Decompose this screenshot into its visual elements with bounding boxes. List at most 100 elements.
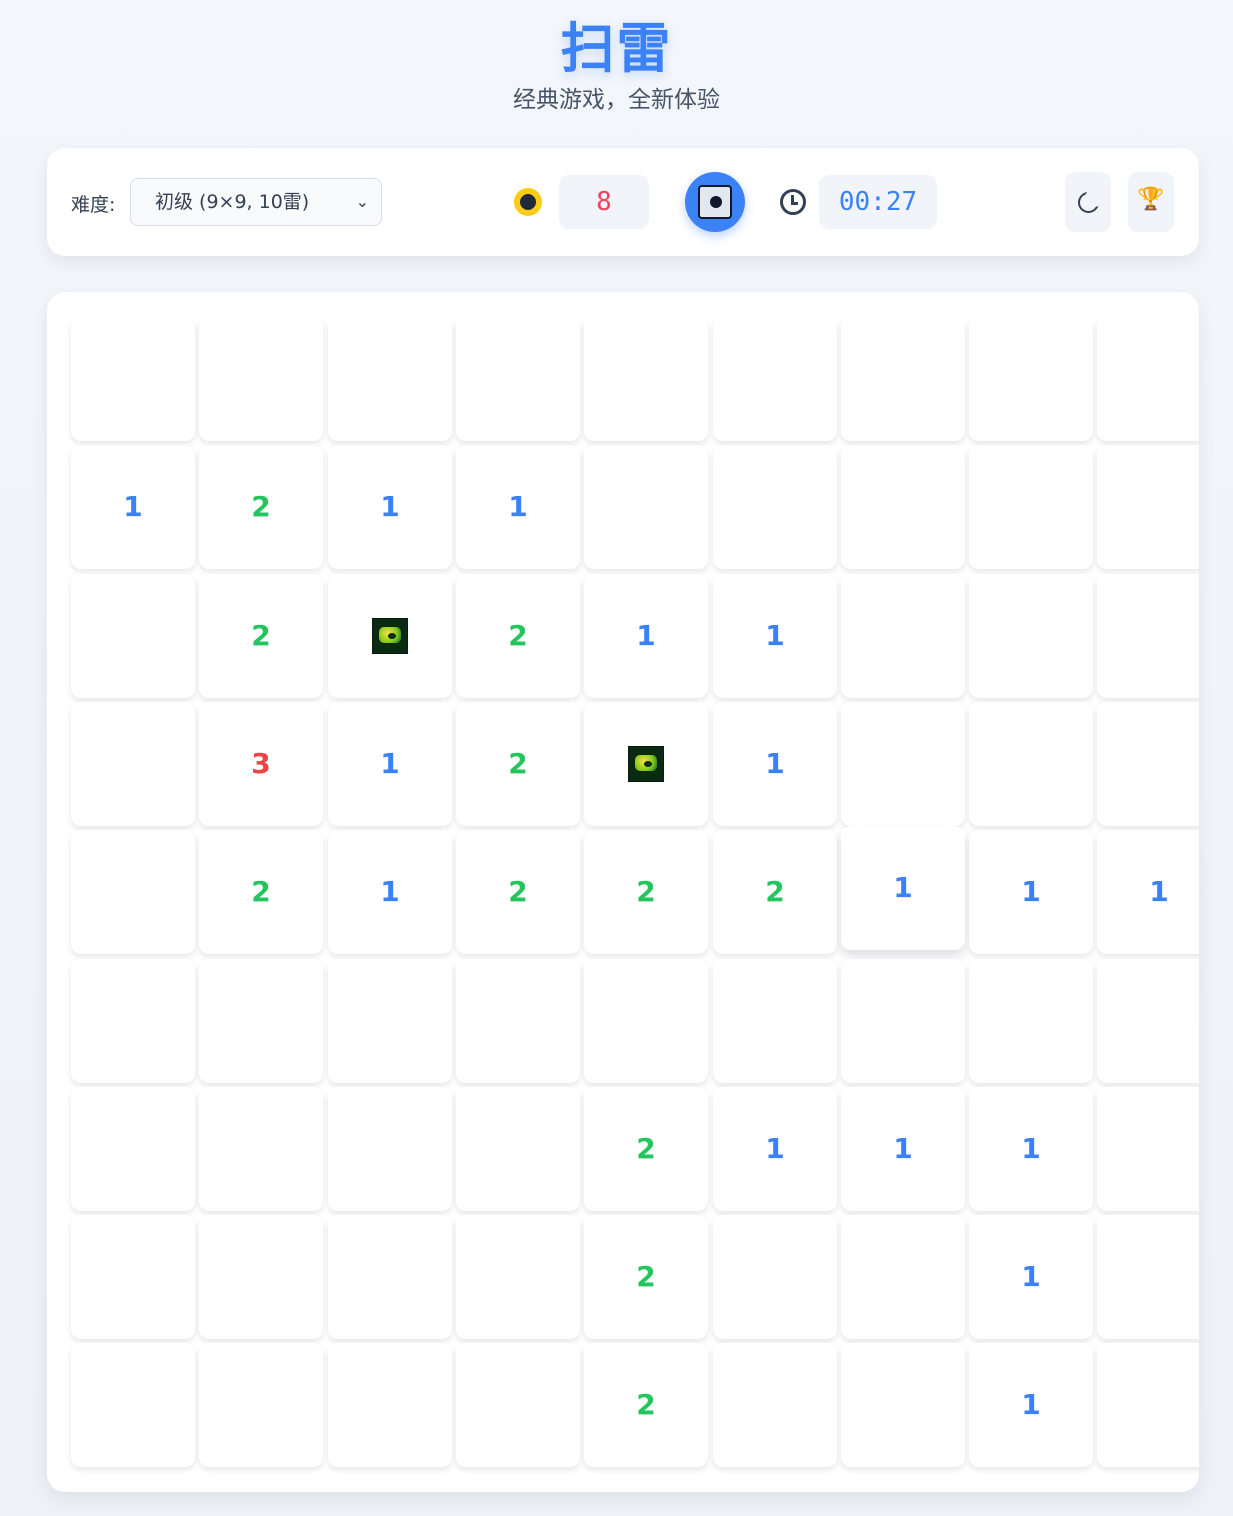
board-cell[interactable]: 2 <box>713 830 837 954</box>
board-cell[interactable] <box>969 702 1093 826</box>
mine-icon <box>514 188 542 216</box>
board-cell[interactable] <box>1097 445 1199 569</box>
board-cell[interactable]: 1 <box>969 830 1093 954</box>
board-cell[interactable] <box>1097 317 1199 441</box>
game-toolbar: 难度: 初级 (9×9, 10雷) ⌄ 8 00:27 🏆 <box>47 148 1199 256</box>
board-cell[interactable] <box>841 445 965 569</box>
board-cell[interactable] <box>584 702 708 826</box>
reset-button[interactable] <box>685 172 745 232</box>
board-cell[interactable] <box>1097 574 1199 698</box>
board-cell[interactable] <box>71 702 195 826</box>
board-cell[interactable] <box>456 317 580 441</box>
board-cell[interactable]: 2 <box>584 1215 708 1339</box>
board-cell[interactable] <box>328 1215 452 1339</box>
chevron-down-icon: ⌄ <box>355 192 369 211</box>
board-cell[interactable] <box>199 1343 323 1467</box>
board-cell[interactable]: 1 <box>1097 830 1199 954</box>
board-cell[interactable] <box>713 445 837 569</box>
board-cell[interactable] <box>841 1215 965 1339</box>
board-cell[interactable] <box>199 1215 323 1339</box>
board-cell[interactable] <box>456 959 580 1083</box>
board-cell[interactable] <box>328 959 452 1083</box>
board-cell[interactable] <box>328 1087 452 1211</box>
board-cell[interactable] <box>841 317 965 441</box>
board-cell[interactable] <box>71 830 195 954</box>
board-cell[interactable] <box>1097 1343 1199 1467</box>
board-cell[interactable]: 1 <box>713 574 837 698</box>
board-cell[interactable] <box>456 1215 580 1339</box>
board-cell[interactable] <box>584 959 708 1083</box>
difficulty-select[interactable]: 初级 (9×9, 10雷) ⌄ <box>130 178 382 226</box>
board-cell[interactable] <box>969 959 1093 1083</box>
board-cell[interactable]: 1 <box>841 826 965 950</box>
board-cell[interactable]: 1 <box>969 1087 1093 1211</box>
board-cell[interactable]: 1 <box>841 1087 965 1211</box>
board-cell[interactable]: 1 <box>713 702 837 826</box>
leaderboard-button[interactable]: 🏆 <box>1128 172 1174 232</box>
board-cell[interactable]: 1 <box>328 830 452 954</box>
theme-toggle-button[interactable] <box>1065 172 1111 232</box>
board-cell[interactable] <box>713 1215 837 1339</box>
board-cell[interactable] <box>713 317 837 441</box>
timer-display: 00:27 <box>819 175 937 229</box>
board-cell[interactable] <box>328 317 452 441</box>
board-cell[interactable]: 2 <box>456 830 580 954</box>
board-cell[interactable] <box>713 959 837 1083</box>
mine-counter: 8 <box>559 175 649 229</box>
board-cell[interactable] <box>841 574 965 698</box>
board-cell[interactable] <box>456 1087 580 1211</box>
board-cell[interactable]: 2 <box>199 445 323 569</box>
board-cell[interactable] <box>969 574 1093 698</box>
board-cell[interactable] <box>841 959 965 1083</box>
board-cell[interactable] <box>1097 959 1199 1083</box>
board-cell[interactable]: 3 <box>199 702 323 826</box>
board-cell[interactable] <box>1097 702 1199 826</box>
clock-icon <box>780 189 806 215</box>
board-cell[interactable] <box>199 959 323 1083</box>
board-cell[interactable]: 1 <box>969 1343 1093 1467</box>
board-cell[interactable]: 2 <box>199 830 323 954</box>
board-cell[interactable]: 1 <box>456 445 580 569</box>
page-subtitle: 经典游戏，全新体验 <box>513 87 720 113</box>
board-cell[interactable]: 2 <box>584 830 708 954</box>
board-cell[interactable] <box>71 574 195 698</box>
board-cell[interactable] <box>71 1087 195 1211</box>
board-cell[interactable]: 2 <box>584 1343 708 1467</box>
board-cell[interactable] <box>71 1343 195 1467</box>
board-cell[interactable] <box>71 1215 195 1339</box>
board-cell[interactable] <box>199 1087 323 1211</box>
difficulty-label: 难度: <box>71 194 116 216</box>
board-cell[interactable] <box>969 317 1093 441</box>
board-cell[interactable]: 1 <box>713 1087 837 1211</box>
mine-icon <box>628 746 664 782</box>
board-cell[interactable] <box>199 317 323 441</box>
mine-icon <box>372 618 408 654</box>
board-cell[interactable] <box>584 445 708 569</box>
face-button-icon <box>698 185 732 219</box>
board-cell[interactable]: 2 <box>456 702 580 826</box>
board-cell[interactable] <box>456 1343 580 1467</box>
board-cell[interactable]: 2 <box>456 574 580 698</box>
board-cell[interactable] <box>1097 1215 1199 1339</box>
board-cell[interactable]: 1 <box>328 702 452 826</box>
board-cell[interactable] <box>71 959 195 1083</box>
board-cell[interactable] <box>841 1343 965 1467</box>
board-cell[interactable]: 2 <box>199 574 323 698</box>
board-cell[interactable] <box>584 317 708 441</box>
board-cell[interactable] <box>1097 1087 1199 1211</box>
board-cell[interactable]: 2 <box>584 1087 708 1211</box>
board-cell[interactable] <box>841 702 965 826</box>
board-cell[interactable]: 1 <box>328 445 452 569</box>
board-cell[interactable]: 1 <box>969 1215 1093 1339</box>
board-cell[interactable]: 1 <box>584 574 708 698</box>
board-cell[interactable] <box>328 574 452 698</box>
board-cell[interactable]: 1 <box>71 445 195 569</box>
page-title: 扫雷 <box>560 17 673 80</box>
trophy-icon: 🏆 <box>1137 187 1165 212</box>
game-board: 1211221131212122211121112121 <box>47 292 1199 1492</box>
board-cell[interactable] <box>71 317 195 441</box>
difficulty-value: 初级 (9×9, 10雷) <box>155 191 310 213</box>
board-cell[interactable] <box>969 445 1093 569</box>
board-cell[interactable] <box>713 1343 837 1467</box>
board-cell[interactable] <box>328 1343 452 1467</box>
